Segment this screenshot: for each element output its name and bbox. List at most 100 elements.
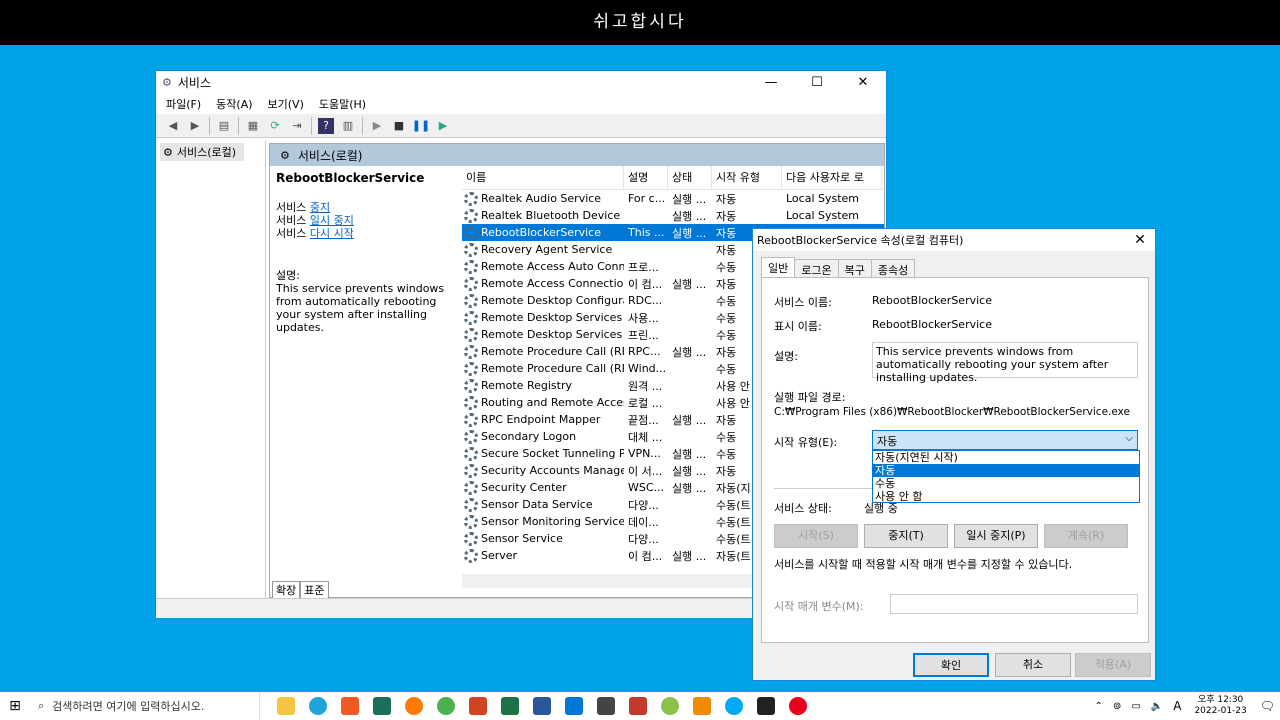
col-desc[interactable]: 설명 bbox=[624, 166, 668, 190]
col-status[interactable]: 상태 bbox=[668, 166, 712, 190]
remote-desktop-icon[interactable] bbox=[565, 697, 583, 715]
pane-header: ⚙ 서비스(로컬) bbox=[270, 144, 884, 166]
file-explorer-icon[interactable] bbox=[277, 697, 295, 715]
menu-action[interactable]: 동작(A) bbox=[216, 96, 252, 112]
edge-icon[interactable] bbox=[309, 697, 327, 715]
resume-icon[interactable]: ▶ bbox=[435, 118, 451, 134]
taskbar-search[interactable]: ⌕ 검색하려면 여기에 입력하십시오. bbox=[30, 692, 260, 720]
services-node-icon: ⚙ bbox=[163, 145, 173, 159]
help-icon[interactable]: ? bbox=[318, 117, 334, 134]
notification-icon[interactable]: 🗨 bbox=[1260, 699, 1275, 713]
pause-icon[interactable]: ❚❚ bbox=[412, 118, 430, 134]
stop-icon[interactable]: ■ bbox=[391, 118, 407, 134]
maximize-button[interactable]: ☐ bbox=[794, 71, 840, 94]
cell-name: Security Center bbox=[462, 480, 624, 495]
system-tray: ⌃ ⊚ ▭ 🔈 A 오후 12:30 2022-01-23 🗨 bbox=[1090, 695, 1280, 717]
dialog-close-button[interactable]: ✕ bbox=[1125, 232, 1155, 248]
pc-icon[interactable]: ▭ bbox=[1131, 701, 1140, 712]
vlc-icon[interactable] bbox=[693, 697, 711, 715]
cell-status: 실행 ... bbox=[672, 345, 707, 359]
table-row[interactable]: Realtek Audio Service For c... 실행 ... 자동 Loc… bbox=[462, 190, 884, 207]
minimize-button[interactable]: — bbox=[748, 71, 794, 94]
ok-button[interactable]: 확인 bbox=[913, 653, 989, 677]
refresh-icon[interactable]: ⟳ bbox=[267, 118, 283, 134]
restart-link[interactable]: 다시 시작 bbox=[310, 227, 354, 240]
col-startup[interactable]: 시작 유형 bbox=[712, 166, 782, 190]
console-tree-icon[interactable]: ▤ bbox=[216, 118, 232, 134]
table-row[interactable]: Realtek Bluetooth Device ... 실행 ... 자동 Loca… bbox=[462, 207, 884, 224]
back-arrow-icon[interactable]: ◀ bbox=[165, 118, 181, 134]
forward-arrow-icon[interactable]: ▶ bbox=[187, 118, 203, 134]
col-name[interactable]: 이름 bbox=[462, 166, 624, 190]
gear-icon bbox=[464, 378, 478, 393]
brave-icon[interactable] bbox=[341, 697, 359, 715]
option-auto[interactable]: 자동 bbox=[873, 464, 1139, 477]
menu-help[interactable]: 도움말(H) bbox=[319, 96, 366, 112]
description-box[interactable]: This service prevents windows from autom… bbox=[872, 342, 1138, 384]
chrome-icon[interactable] bbox=[437, 697, 455, 715]
view-tabs: 확장 표준 bbox=[272, 581, 329, 599]
tab-standard[interactable]: 표준 bbox=[300, 581, 329, 599]
menu-view[interactable]: 보기(V) bbox=[268, 96, 304, 112]
terminal-icon[interactable] bbox=[757, 697, 775, 715]
app-red-icon[interactable] bbox=[629, 697, 647, 715]
properties-icon[interactable]: ▦ bbox=[245, 118, 261, 134]
windows-start-icon[interactable]: ⊞ bbox=[0, 698, 30, 714]
cell-desc: 데이... bbox=[628, 515, 659, 529]
dialog-title: RebootBlockerService 속성(로컬 컴퓨터) bbox=[757, 234, 964, 247]
cell-name: Secondary Logon bbox=[462, 429, 624, 444]
firefox-icon[interactable] bbox=[405, 697, 423, 715]
startup-type-select[interactable]: 자동 ⌵ bbox=[872, 430, 1138, 450]
opera-icon[interactable] bbox=[789, 697, 807, 715]
excel-icon[interactable] bbox=[501, 697, 519, 715]
cell-status: 실행 ... bbox=[672, 209, 707, 223]
cell-desc: 프린... bbox=[628, 328, 659, 342]
col-logon[interactable]: 다음 사용자로 로 bbox=[782, 166, 882, 190]
tree-services-local[interactable]: ⚙ 서비스(로컬) bbox=[160, 143, 244, 161]
services-app-icon: ⚙ bbox=[162, 76, 172, 89]
stop-button[interactable]: 중지(T) bbox=[864, 524, 948, 548]
resume-button[interactable]: 계속(R) bbox=[1044, 524, 1128, 548]
pause-button[interactable]: 일시 중지(P) bbox=[954, 524, 1038, 548]
view-icon[interactable]: ▥ bbox=[340, 118, 356, 134]
cell-desc: 대체 ... bbox=[628, 430, 663, 444]
export-icon[interactable]: ⇥ bbox=[289, 118, 305, 134]
toolbar: ◀ ▶ ▤ ▦ ⟳ ⇥ ? ▥ ▶ ■ ❚❚ ▶ bbox=[156, 114, 886, 138]
close-button[interactable]: ✕ bbox=[840, 71, 886, 94]
cell-status: 실행 ... bbox=[672, 481, 707, 495]
powerpoint-icon[interactable] bbox=[469, 697, 487, 715]
option-manual[interactable]: 수동 bbox=[873, 477, 1139, 490]
top-caption: 쉬고합시다 bbox=[0, 0, 1280, 45]
start-param-input[interactable] bbox=[890, 594, 1138, 614]
pause-link[interactable]: 일시 중지 bbox=[310, 214, 354, 227]
browser-icon[interactable] bbox=[725, 697, 743, 715]
menu-file[interactable]: 파일(F) bbox=[166, 96, 201, 112]
app-icon[interactable] bbox=[373, 697, 391, 715]
start-button[interactable]: 시작(S) bbox=[774, 524, 858, 548]
cell-desc: This ... bbox=[628, 226, 665, 239]
clock[interactable]: 오후 12:30 2022-01-23 bbox=[1194, 695, 1246, 717]
app-green-icon[interactable] bbox=[661, 697, 679, 715]
tool-icon[interactable] bbox=[597, 697, 615, 715]
tab-extended[interactable]: 확장 bbox=[272, 581, 301, 599]
title-bar: ⚙ 서비스 — ☐ ✕ bbox=[156, 71, 886, 94]
chevron-up-icon[interactable]: ⌃ bbox=[1095, 701, 1103, 712]
apply-button[interactable]: 적용(A) bbox=[1075, 653, 1151, 677]
play-icon[interactable]: ▶ bbox=[369, 118, 385, 134]
option-auto-delayed[interactable]: 자동(지연된 시작) bbox=[873, 451, 1139, 464]
word-icon[interactable] bbox=[533, 697, 551, 715]
description-label: 설명: bbox=[276, 269, 300, 282]
cell-name: Remote Access Connection... bbox=[462, 276, 624, 291]
startup-type-label: 시작 유형(E): bbox=[774, 436, 838, 449]
description-text: This service prevents windows from autom… bbox=[276, 282, 445, 334]
network-icon[interactable]: ⊚ bbox=[1113, 701, 1121, 712]
option-disabled[interactable]: 사용 안 함 bbox=[873, 490, 1139, 503]
startup-type-dropdown: 자동(지연된 시작) 자동 수동 사용 안 함 bbox=[872, 450, 1140, 503]
stop-link[interactable]: 중지 bbox=[310, 201, 330, 214]
volume-icon[interactable]: 🔈 bbox=[1151, 701, 1163, 712]
cell-name: Realtek Audio Service bbox=[462, 191, 624, 206]
cell-status: 실행 ... bbox=[672, 226, 707, 240]
ime-indicator[interactable]: A bbox=[1173, 699, 1181, 713]
cancel-button[interactable]: 취소 bbox=[995, 653, 1071, 677]
param-label: 시작 매개 변수(M): bbox=[774, 600, 864, 613]
